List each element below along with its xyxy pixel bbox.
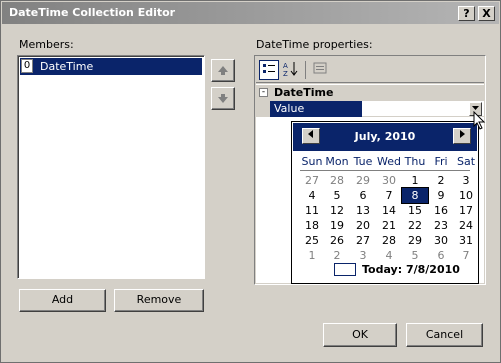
calendar-day[interactable]: 13 <box>350 203 376 218</box>
next-month-button[interactable] <box>453 128 471 144</box>
calendar-day[interactable]: 6 <box>350 188 376 203</box>
property-gutter <box>256 101 270 117</box>
property-name: Value <box>270 101 362 117</box>
calendar-day[interactable]: 10 <box>453 188 479 203</box>
arrow-left-icon <box>308 130 313 138</box>
calendar-day[interactable]: 2 <box>428 173 454 188</box>
toolbar-separator <box>305 61 306 79</box>
weekday-label: Sat <box>456 155 476 168</box>
members-list[interactable]: 0 DateTime <box>17 55 205 279</box>
calendar-day[interactable]: 25 <box>299 233 325 248</box>
calendar-day[interactable]: 29 <box>350 173 376 188</box>
calendar-day[interactable]: 1 <box>402 173 428 188</box>
add-button[interactable]: Add <box>19 289 106 312</box>
member-index: 0 <box>21 59 33 73</box>
weekday-divider <box>300 170 470 171</box>
move-up-button[interactable] <box>211 59 235 82</box>
list-item[interactable]: 0 DateTime <box>20 58 202 75</box>
cancel-button[interactable]: Cancel <box>406 323 483 347</box>
calendar-day[interactable]: 28 <box>376 233 402 248</box>
calendar-day[interactable]: 26 <box>324 233 350 248</box>
window-title: DateTime Collection Editor <box>9 6 176 19</box>
calendar-day[interactable]: 23 <box>428 218 454 233</box>
calendar-day[interactable]: 12 <box>324 203 350 218</box>
category-row[interactable]: - DateTime <box>256 85 484 101</box>
calendar-day[interactable]: 24 <box>453 218 479 233</box>
calendar-day[interactable]: 2 <box>324 248 350 263</box>
svg-text:Z: Z <box>283 70 288 78</box>
today-marker <box>334 263 356 276</box>
prev-month-button[interactable] <box>302 128 320 144</box>
calendar-day[interactable]: 27 <box>350 233 376 248</box>
calendar-dropdown: July, 2010 Sun Mon Tue Wed Thu Fri Sat 27 28 29 3… <box>291 121 479 284</box>
help-button[interactable]: ? <box>458 6 475 21</box>
calendar-day[interactable]: 14 <box>376 203 402 218</box>
today-link[interactable]: Today: 7/8/2010 <box>362 263 460 276</box>
calendar-day[interactable]: 5 <box>324 188 350 203</box>
calendar-day[interactable]: 7 <box>453 248 479 263</box>
calendar-day[interactable]: 7 <box>376 188 402 203</box>
arrow-right-icon <box>460 130 465 138</box>
weekday-label: Tue <box>353 155 373 168</box>
members-label: Members: <box>19 38 74 51</box>
calendar-day[interactable]: 6 <box>428 248 454 263</box>
calendar-day[interactable]: 18 <box>299 218 325 233</box>
weekday-label: Sun <box>301 155 323 168</box>
arrow-up-icon <box>218 66 228 75</box>
collapse-icon[interactable]: - <box>259 88 268 97</box>
property-toolbar: AZ <box>256 57 484 83</box>
calendar-day[interactable]: 5 <box>402 248 428 263</box>
title-bar[interactable]: DateTime Collection Editor ? X <box>2 2 499 24</box>
calendar-day[interactable]: 1 <box>299 248 325 263</box>
collection-editor-dialog: DateTime Collection Editor ? X Members: … <box>0 0 501 363</box>
calendar-day[interactable]: 21 <box>376 218 402 233</box>
calendar-day[interactable]: 28 <box>324 173 350 188</box>
property-row-value[interactable]: Value <box>256 101 484 117</box>
calendar-day[interactable]: 29 <box>402 233 428 248</box>
arrow-down-icon <box>218 94 228 103</box>
svg-text:A: A <box>283 62 288 70</box>
ok-button[interactable]: OK <box>323 323 397 347</box>
calendar-day[interactable]: 8 <box>401 187 429 204</box>
member-label: DateTime <box>40 60 94 73</box>
calendar-day[interactable]: 3 <box>350 248 376 263</box>
weekday-label: Mon <box>325 155 349 168</box>
property-pages-icon[interactable] <box>310 60 330 80</box>
calendar-day[interactable]: 16 <box>428 203 454 218</box>
mouse-cursor-icon <box>473 111 486 130</box>
close-button[interactable]: X <box>478 6 495 21</box>
calendar-day[interactable]: 15 <box>402 203 428 218</box>
categorized-icon[interactable] <box>259 60 279 80</box>
weekday-label: Fri <box>434 155 448 168</box>
calendar-day[interactable]: 11 <box>299 203 325 218</box>
calendar-day[interactable]: 17 <box>453 203 479 218</box>
calendar-day[interactable]: 27 <box>299 173 325 188</box>
calendar-day[interactable]: 31 <box>453 233 479 248</box>
calendar-day[interactable]: 20 <box>350 218 376 233</box>
calendar-day[interactable]: 4 <box>376 248 402 263</box>
weekday-label: Wed <box>377 155 401 168</box>
calendar-day[interactable]: 4 <box>299 188 325 203</box>
alphabetical-icon[interactable]: AZ <box>281 60 301 80</box>
properties-label: DateTime properties: <box>256 38 373 51</box>
calendar-day[interactable]: 30 <box>428 233 454 248</box>
remove-button[interactable]: Remove <box>114 289 204 312</box>
weekday-label: Thu <box>404 155 426 168</box>
calendar-day[interactable]: 3 <box>453 173 479 188</box>
calendar-day[interactable]: 22 <box>402 218 428 233</box>
category-label: DateTime <box>274 86 334 99</box>
calendar-day[interactable]: 19 <box>324 218 350 233</box>
calendar-header: July, 2010 <box>293 123 477 151</box>
move-down-button[interactable] <box>211 87 235 110</box>
calendar-day[interactable]: 30 <box>376 173 402 188</box>
calendar-day[interactable]: 9 <box>428 188 454 203</box>
month-label[interactable]: July, 2010 <box>323 130 447 143</box>
